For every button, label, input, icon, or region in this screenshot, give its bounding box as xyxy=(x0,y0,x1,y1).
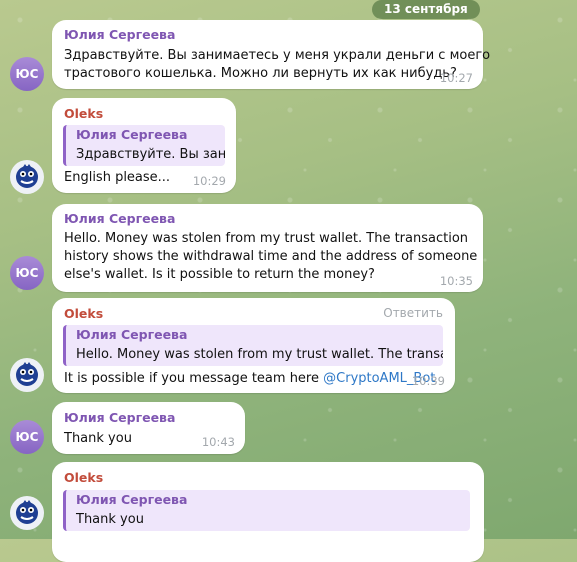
message-sender[interactable]: Юлия Сергеева xyxy=(64,27,175,42)
message-bubble-julia-1[interactable]: Юлия Сергеева Здравствуйте. Вы занимаете… xyxy=(52,20,490,89)
date-separator: 13 сентября xyxy=(372,0,480,19)
message-time: 10:35 xyxy=(439,274,473,288)
avatar-oleks[interactable] xyxy=(10,496,44,530)
message-sender[interactable]: Юлия Сергеева xyxy=(64,211,175,226)
message-text-line: трастового кошелька. Можно ли вернуть их… xyxy=(64,66,457,81)
quote-sender: Юлия Сергеева xyxy=(76,492,188,507)
quote-text: Здравствуйте. Вы зани... xyxy=(76,147,225,162)
blue-monster-icon xyxy=(16,500,38,524)
message-sender[interactable]: Oleks xyxy=(64,470,103,485)
quote-sender: Юлия Сергеева xyxy=(76,127,188,142)
quote-text: Thank you xyxy=(76,512,144,527)
message-sender[interactable]: Oleks xyxy=(64,106,103,121)
message-bubble-julia-2[interactable]: Юлия Сергеева Hello. Money was stolen fr… xyxy=(52,204,483,292)
message-text: Thank you xyxy=(64,431,132,446)
quote-text: Hello. Money was stolen from my trust wa… xyxy=(76,347,443,362)
message-text-prefix: It is possible if you message team here xyxy=(64,371,319,386)
reply-quote[interactable]: Юлия Сергеева Thank you xyxy=(63,490,470,531)
message-bubble-oleks-2[interactable]: Oleks Ответить Юлия Сергеева Hello. Mone… xyxy=(52,298,455,393)
message-text: English please... xyxy=(64,170,171,185)
avatar-julia[interactable]: ЮС xyxy=(10,420,44,454)
blue-monster-icon xyxy=(16,362,38,386)
reply-button[interactable]: Ответить xyxy=(383,306,443,320)
message-bubble-julia-3[interactable]: Юлия Сергеева Thank you 10:43 xyxy=(52,402,245,454)
reply-quote[interactable]: Юлия Сергеева Hello. Money was stolen fr… xyxy=(63,325,443,366)
reply-quote[interactable]: Юлия Сергеева Здравствуйте. Вы зани... xyxy=(63,125,225,166)
message-text-line: else's wallet. Is it possible to return … xyxy=(64,267,375,282)
message-sender[interactable]: Юлия Сергеева xyxy=(64,410,175,425)
message-bubble-oleks-1[interactable]: Oleks Юлия Сергеева Здравствуйте. Вы зан… xyxy=(52,98,236,193)
message-bubble-oleks-3[interactable]: Oleks Юлия Сергеева Thank you xyxy=(52,462,484,562)
avatar-oleks[interactable] xyxy=(10,160,44,194)
message-time: 10:29 xyxy=(192,174,226,188)
message-time: 10:27 xyxy=(439,71,473,85)
message-text: It is possible if you message team here … xyxy=(64,368,435,389)
message-sender[interactable]: Oleks xyxy=(64,306,103,321)
avatar-oleks[interactable] xyxy=(10,358,44,392)
avatar-julia[interactable]: ЮС xyxy=(10,57,44,91)
blue-monster-icon xyxy=(16,164,38,188)
avatar-julia[interactable]: ЮС xyxy=(10,256,44,290)
message-time: 10:43 xyxy=(201,435,235,449)
message-time: 10:39 xyxy=(411,374,445,388)
quote-sender: Юлия Сергеева xyxy=(76,327,188,342)
